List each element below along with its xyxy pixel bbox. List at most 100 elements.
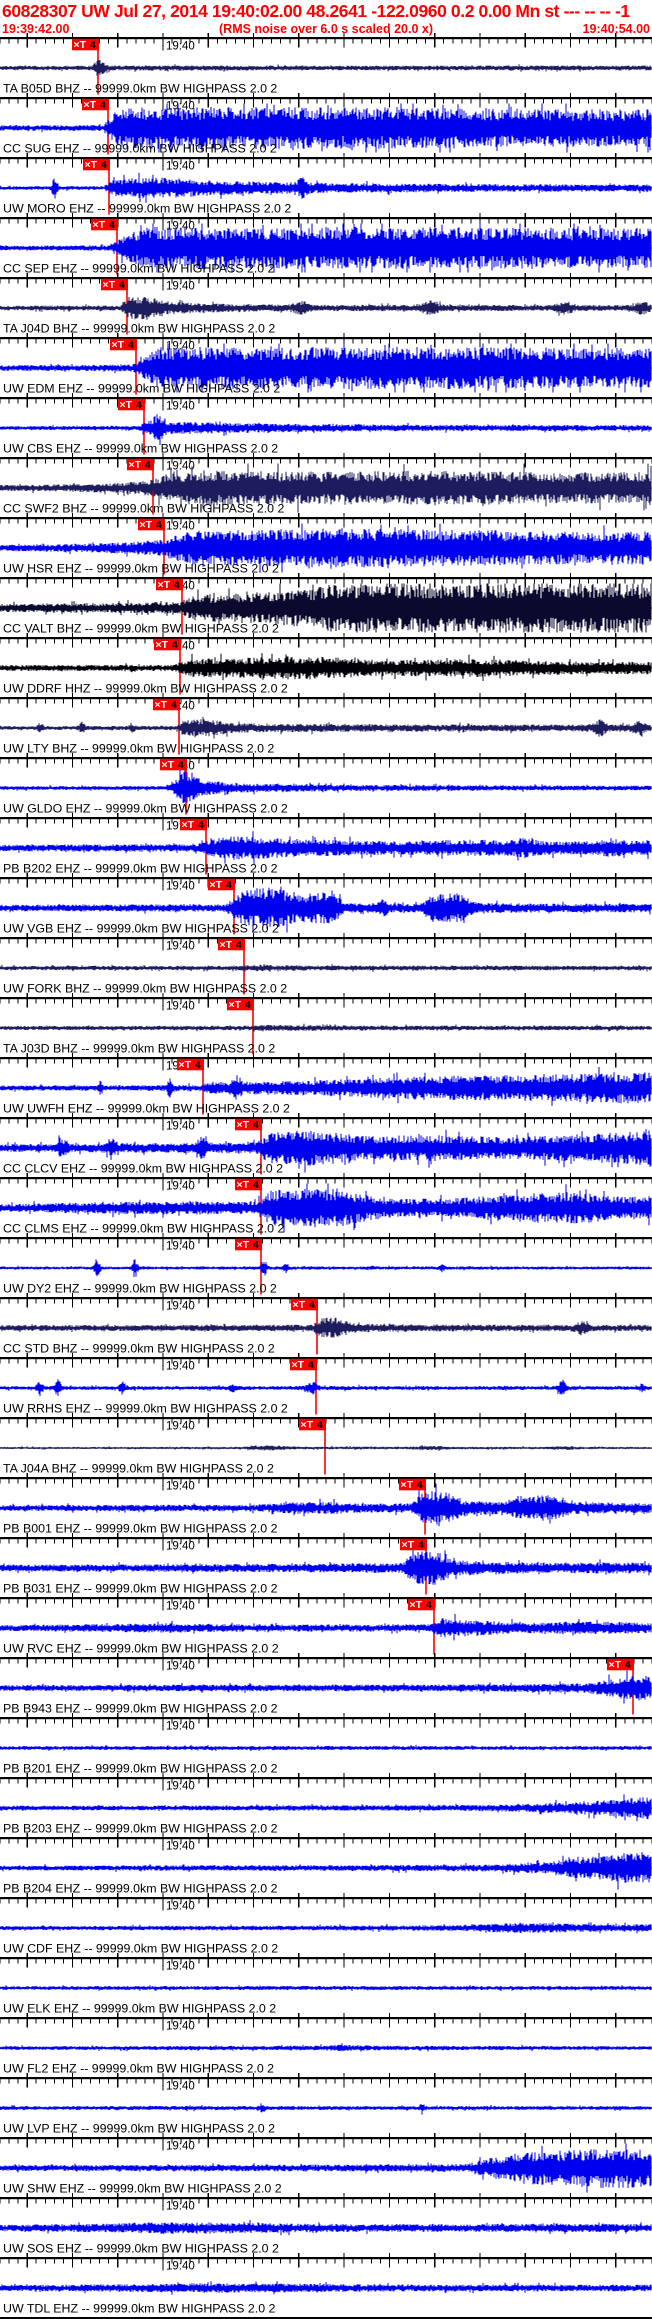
second-ticks bbox=[0, 579, 652, 584]
trace-row-UW-CDF-EHZ[interactable]: 19:40 UW CDF EHZ -- 99999.0km BW HIGHPASS… bbox=[0, 1893, 652, 1957]
waveform[interactable] bbox=[0, 1259, 652, 1277]
five-second-ticks bbox=[26, 1119, 617, 1131]
pick-flag[interactable]: ×T 4 bbox=[227, 998, 254, 1011]
waveform[interactable] bbox=[0, 716, 652, 739]
trace-row-UW-TDL-EHZ[interactable]: 19:40 UW TDL EHZ -- 99999.0km BW HIGHPASS… bbox=[0, 2253, 652, 2317]
pick-flag[interactable]: ×T 4 bbox=[91, 218, 118, 231]
pick-flag[interactable]: ×T 4 bbox=[72, 38, 99, 51]
trace-row-PB-B001-EHZ[interactable]: 19:40 ×T 4 PB B001 EHZ -- 99999.0km BW HIGH… bbox=[0, 1473, 652, 1537]
trace-row-UW-LTY-BHZ[interactable]: 19:40 ×T 4 UW LTY BHZ -- 99999.0km BW HIGHP… bbox=[0, 693, 652, 757]
pick-flag[interactable]: ×T 4 bbox=[399, 1478, 426, 1491]
pick-flag[interactable]: ×T 4 bbox=[299, 1418, 326, 1431]
five-second-ticks bbox=[26, 699, 617, 711]
trace-row-PB-B203-EHZ[interactable]: 19:40 PB B203 EHZ -- 99999.0km BW HIGHPAS… bbox=[0, 1773, 652, 1837]
trace-row-TA-J04D-BHZ[interactable]: 19:40 ×T 4 TA J04D BHZ -- 99999.0km BW HIGH… bbox=[0, 273, 652, 337]
pick-flag[interactable]: ×T 4 bbox=[291, 1298, 318, 1311]
five-second-ticks bbox=[26, 1779, 617, 1791]
pick-flag[interactable]: ×T 4 bbox=[82, 98, 109, 111]
waveform[interactable] bbox=[0, 1670, 652, 1704]
trace-row-TA-B05D-BHZ[interactable]: 19:40 ×T 4 TA B05D BHZ -- 99999.0km BW HIGH… bbox=[0, 33, 652, 97]
trace-row-TA-J04A-BHZ[interactable]: 19:40 ×T 4 TA J04A BHZ -- 99999.0km BW HIGH… bbox=[0, 1413, 652, 1477]
trace-row-UW-RVC-EHZ[interactable]: 19:40 ×T 4 UW RVC EHZ -- 99999.0km BW HIGHP… bbox=[0, 1593, 652, 1657]
waveform[interactable] bbox=[0, 1985, 652, 1991]
waveform[interactable] bbox=[0, 1922, 652, 1934]
trace-row-CC-SWF2-BHZ[interactable]: 19:40 ×T 4 CC SWF2 BHZ -- 99999.0km BW HIGH… bbox=[0, 453, 652, 517]
waveform[interactable] bbox=[0, 1067, 652, 1106]
waveform[interactable] bbox=[0, 1483, 652, 1527]
trace-row-UW-MORO-EHZ[interactable]: 19:40 ×T 4 UW MORO EHZ -- 99999.0km BW HIGH… bbox=[0, 153, 652, 217]
pick-flag[interactable]: ×T 4 bbox=[160, 758, 187, 771]
second-ticks bbox=[0, 819, 652, 824]
trace-row-UW-VGB-EHZ[interactable]: 19:40 ×T 4 UW VGB EHZ -- 99999.0km BW HIGHP… bbox=[0, 873, 652, 937]
pick-flag[interactable]: ×T 4 bbox=[400, 1538, 427, 1551]
pick-flag[interactable]: ×T 4 bbox=[408, 1598, 435, 1611]
trace-row-TA-J03D-BHZ[interactable]: 19:40 ×T 4 TA J03D BHZ -- 99999.0km BW HIGH… bbox=[0, 993, 652, 1057]
waveform[interactable] bbox=[0, 1023, 652, 1032]
trace-row-PB-B201-EHZ[interactable]: 19:40 PB B201 EHZ -- 99999.0km BW HIGHPAS… bbox=[0, 1713, 652, 1777]
waveform[interactable] bbox=[0, 1794, 652, 1822]
trace-row-UW-LVP-EHZ[interactable]: 19:40 UW LVP EHZ -- 99999.0km BW HIGHPASS… bbox=[0, 2073, 652, 2137]
waveform[interactable] bbox=[0, 1744, 652, 1751]
station-label: TA J04D BHZ -- 99999.0km BW HIGHPASS 2.0… bbox=[3, 322, 275, 336]
trace-row-UW-FL2-EHZ[interactable]: 19:40 UW FL2 EHZ -- 99999.0km BW HIGHPASS… bbox=[0, 2013, 652, 2077]
trace-row-CC-STD-BHZ[interactable]: 19:40 ×T 4 CC STD BHZ -- 99999.0km BW HIGHP… bbox=[0, 1293, 652, 1357]
trace-row-UW-DY2-EHZ[interactable]: 19:40 ×T 4 UW DY2 EHZ -- 99999.0km BW HIGHP… bbox=[0, 1233, 652, 1297]
trace-row-UW-RRHS-EHZ[interactable]: 19:40 ×T 4 UW RRHS EHZ -- 99999.0km BW HIGH… bbox=[0, 1353, 652, 1417]
waveform[interactable] bbox=[0, 831, 652, 864]
trace-row-UW-EDM-EHZ[interactable]: 19:40 ×T 4 UW EDM EHZ -- 99999.0km BW HIGHP… bbox=[0, 333, 652, 397]
waveform[interactable] bbox=[0, 1613, 652, 1641]
row-divider bbox=[0, 1057, 652, 1060]
pick-flag[interactable]: ×T 4 bbox=[83, 158, 110, 171]
waveform[interactable] bbox=[0, 653, 652, 681]
pick-flag[interactable]: ×T 4 bbox=[156, 578, 183, 591]
waveform[interactable] bbox=[0, 2043, 652, 2052]
trace-row-UW-GLDO-EHZ[interactable]: 19:40×T4UW GLDO EHZ -- 99999.0km BW HIGH… bbox=[0, 753, 652, 817]
waveform[interactable] bbox=[0, 964, 652, 972]
trace-row-UW-FORK-BHZ[interactable]: 19:40 ×T 4 UW FORK BHZ -- 99999.0km BW HIGH… bbox=[0, 933, 652, 997]
waveform[interactable] bbox=[0, 414, 652, 445]
pick-flag[interactable]: ×T 4 bbox=[235, 1118, 262, 1131]
waveform[interactable] bbox=[0, 60, 652, 76]
pick-flag[interactable]: ×T 4 bbox=[218, 938, 245, 951]
waveform[interactable] bbox=[0, 1550, 652, 1585]
pick-flag[interactable]: ×T 4 bbox=[235, 1238, 262, 1251]
pick-flag[interactable]: ×T 4 bbox=[607, 1658, 634, 1671]
trace-row-PB-B202-EHZ[interactable]: 19:40×T4PB B202 EHZ -- 99999.0km BW HIGH… bbox=[0, 813, 652, 877]
waveform[interactable] bbox=[0, 2103, 652, 2115]
trace-row-UW-UWFH-EHZ[interactable]: 19:40×T4UW UWFH EHZ -- 99999.0km BW HIGH… bbox=[0, 1053, 652, 1117]
pick-flag[interactable]: ×T 4 bbox=[138, 518, 165, 531]
trace-row-CC-CLCV-EHZ[interactable]: 19:40 ×T 4 CC CLCV EHZ -- 99999.0km BW HIGH… bbox=[0, 1113, 652, 1177]
waveform[interactable] bbox=[0, 297, 652, 320]
trace-row-PB-B943-EHZ[interactable]: 19:40 ×T 4 PB B943 EHZ -- 99999.0km BW HIGH… bbox=[0, 1653, 652, 1717]
pick-flag[interactable]: ×T 4 bbox=[110, 338, 137, 351]
pick-flag[interactable]: ×T 4 bbox=[153, 698, 180, 711]
pick-flag[interactable]: ×T 4 bbox=[118, 398, 145, 411]
pick-flag[interactable]: ×T 4 bbox=[101, 278, 128, 291]
pick-flag[interactable]: ×T 4 bbox=[180, 818, 207, 831]
trace-row-UW-DDRF-HHZ[interactable]: 19:40×T4UW DDRF HHZ -- 99999.0km BW HIGH… bbox=[0, 633, 652, 697]
trace-row-UW-SOS-EHZ[interactable]: 19:40 UW SOS EHZ -- 99999.0km BW HIGHPASS… bbox=[0, 2193, 652, 2257]
waveform[interactable] bbox=[0, 2220, 652, 2236]
five-second-ticks bbox=[26, 1359, 617, 1371]
waveform[interactable] bbox=[0, 2281, 652, 2295]
pick-flag[interactable]: ×T 4 bbox=[235, 1178, 262, 1191]
pick-flag[interactable]: ×T 4 bbox=[127, 458, 154, 471]
pick-flag[interactable]: ×T 4 bbox=[154, 638, 181, 651]
trace-row-CC-CLMS-EHZ[interactable]: 19:40 ×T 4 CC CLMS EHZ -- 99999.0km BW HIGH… bbox=[0, 1173, 652, 1237]
pick-flag[interactable]: ×T 4 bbox=[177, 1058, 204, 1071]
trace-row-CC-SUG-EHZ[interactable]: 19:40 ×T 4 CC SUG EHZ -- 99999.0km BW HIGHP… bbox=[0, 93, 652, 157]
trace-row-UW-HSR-EHZ[interactable]: 19:40 ×T 4 UW HSR EHZ -- 99999.0km BW HIGHP… bbox=[0, 513, 652, 577]
trace-row-UW-CBS-EHZ[interactable]: 19:40 ×T 4 UW CBS EHZ -- 99999.0km BW HIGHP… bbox=[0, 393, 652, 457]
waveform[interactable] bbox=[0, 1379, 652, 1397]
waveform[interactable] bbox=[0, 172, 652, 203]
trace-row-UW-ELK-EHZ[interactable]: 19:40 UW ELK EHZ -- 99999.0km BW HIGHPASS… bbox=[0, 1953, 652, 2017]
trace-row-CC-VALT-BHZ[interactable]: 19:40×T4CC VALT BHZ -- 99999.0km BW HIGH… bbox=[0, 573, 652, 637]
trace-row-PB-B031-EHZ[interactable]: 19:40 ×T 4 PB B031 EHZ -- 99999.0km BW HIGH… bbox=[0, 1533, 652, 1597]
trace-row-CC-SEP-EHZ[interactable]: 19:40 ×T 4 CC SEP EHZ -- 99999.0km BW HIGHP… bbox=[0, 213, 652, 277]
waveform[interactable] bbox=[0, 1317, 652, 1338]
waveform[interactable] bbox=[0, 769, 652, 803]
pick-flag[interactable]: ×T 4 bbox=[290, 1358, 317, 1371]
pick-flag[interactable]: ×T 4 bbox=[208, 878, 235, 891]
trace-row-PB-B204-EHZ[interactable]: 19:40 PB B204 EHZ -- 99999.0km BW HIGHPAS… bbox=[0, 1833, 652, 1897]
trace-row-UW-SHW-EHZ[interactable]: 19:40 UW SHW EHZ -- 99999.0km BW HIGHPASS… bbox=[0, 2133, 652, 2197]
